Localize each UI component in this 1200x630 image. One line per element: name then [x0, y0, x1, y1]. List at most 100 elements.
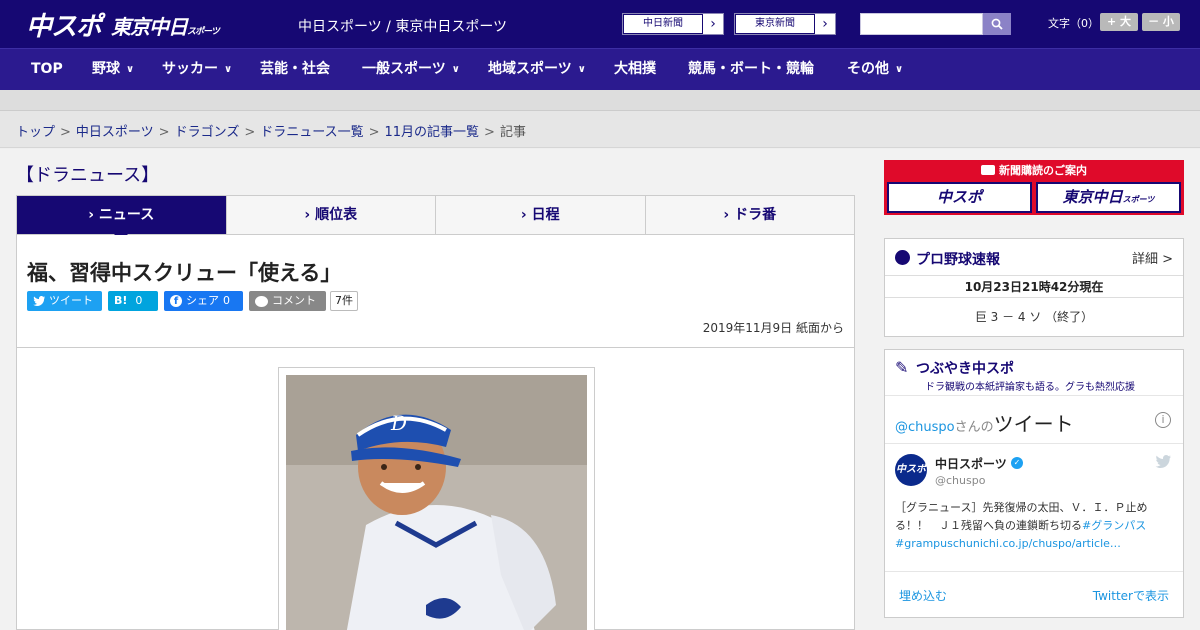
pitcher-photo-illustration: D: [286, 375, 587, 630]
breadcrumb-chuspo[interactable]: 中日スポーツ: [76, 125, 154, 140]
chevron-right-icon: ›: [822, 16, 828, 32]
nav-label: 一般スポーツ: [362, 61, 446, 77]
search-input[interactable]: [860, 13, 983, 35]
tokyo-shimbun-label: 東京新聞: [735, 14, 815, 34]
nav-item-entertainment[interactable]: 芸能・社会: [260, 49, 330, 91]
chuspo-logo[interactable]: 中スポ: [26, 6, 102, 43]
comment-count[interactable]: 7件: [330, 291, 358, 311]
breadcrumb-dragons[interactable]: ドラゴンズ: [175, 125, 240, 140]
tab-dora-ban[interactable]: › ドラ番: [646, 196, 855, 234]
article: 福、習得中スクリュー「使える」 ツイート B! 0 f シェア 0 コメント 7…: [16, 235, 855, 630]
nav-item-general-sports[interactable]: 一般スポーツ ∨: [362, 49, 460, 91]
nav-label: 競馬・ボート・競輪: [688, 61, 814, 77]
comment-button[interactable]: コメント: [249, 291, 326, 311]
svg-text:D: D: [390, 411, 407, 435]
tab-label: 日程: [531, 207, 560, 223]
nav-label: 地域スポーツ: [488, 61, 572, 77]
tweet-user-handle[interactable]: @chuspo: [935, 474, 985, 487]
nav-item-top[interactable]: TOP: [31, 49, 63, 91]
chevron-right-icon: ›: [723, 207, 735, 223]
tokyo-shimbun-link[interactable]: 東京新聞 ›: [734, 13, 836, 35]
breadcrumb-separator: >: [484, 125, 495, 140]
nav-label: 芸能・社会: [260, 61, 330, 77]
nav-item-sumo[interactable]: 大相撲: [614, 49, 656, 91]
breadcrumb-separator: >: [60, 125, 71, 140]
tweets-widget-header: ✎ つぶやき中スポ ドラ観戦の本紙評論家も語る。グラも熱烈応援: [885, 350, 1183, 395]
article-headline: 福、習得中スクリュー「使える」: [27, 261, 342, 285]
nav-item-local-sports[interactable]: 地域スポーツ ∨: [488, 49, 586, 91]
site-title[interactable]: 中日スポーツ / 東京中日スポーツ: [298, 16, 507, 36]
tweet-button[interactable]: ツイート: [27, 291, 102, 311]
breadcrumb-november[interactable]: 11月の記事一覧: [385, 125, 480, 140]
tab-news[interactable]: › ニュース: [17, 196, 227, 241]
view-on-twitter-link[interactable]: Twitterで表示: [1093, 587, 1169, 604]
tweet-hashtag[interactable]: #グランパス: [1082, 519, 1146, 532]
search-button[interactable]: [983, 13, 1011, 35]
nav-item-other[interactable]: その他 ∨: [847, 49, 903, 91]
avatar[interactable]: 中スポ: [895, 454, 927, 486]
subscription-banner-title: 新聞購読のご案内: [887, 162, 1181, 180]
hatena-bookmark-button[interactable]: B! 0: [108, 291, 158, 311]
nav-label: 大相撲: [614, 61, 656, 77]
timeline-handle-link[interactable]: @chuspo: [895, 420, 955, 435]
tokyo-chunichi-logo[interactable]: 東京中日スポーツ: [111, 11, 220, 40]
facebook-share-button[interactable]: f シェア 0: [164, 291, 243, 311]
tab-label: ドラ番: [734, 207, 777, 223]
breadcrumb-dora-news[interactable]: ドラニュース一覧: [260, 125, 363, 140]
tokyo-chunichi-logo-small: スポーツ: [187, 27, 220, 37]
tweets-widget-subtitle: ドラ観戦の本紙評論家も語る。グラも熱烈応援: [925, 382, 1135, 393]
tweet-user-name[interactable]: 中日スポーツ: [935, 455, 1007, 472]
chunichi-shimbun-link[interactable]: 中日新聞 ›: [622, 13, 724, 35]
facebook-share-count: 0: [223, 294, 230, 307]
hatena-icon: B!: [114, 294, 128, 307]
pro-baseball-score[interactable]: 巨 3 － 4 ソ （終了）: [885, 298, 1183, 336]
font-larger-button[interactable]: + 大: [1100, 13, 1138, 31]
subscription-banner[interactable]: 新聞購読のご案内 中スポ 東京中日スポーツ: [884, 160, 1184, 215]
facebook-share-label: シェア: [186, 294, 219, 307]
chevron-right-icon: ›: [520, 207, 532, 223]
divider: [17, 347, 854, 348]
chevron-right-icon: ›: [304, 207, 316, 223]
tab-standings[interactable]: › 順位表: [227, 196, 436, 234]
newspaper-icon: [981, 165, 995, 175]
tab-schedule[interactable]: › 日程: [436, 196, 646, 234]
baseball-icon: [895, 250, 910, 265]
subscription-logo-chuspo[interactable]: 中スポ: [887, 182, 1032, 213]
article-date: 2019年11月9日 紙面から: [702, 321, 844, 335]
tweet-link[interactable]: #grampuschunichi.co.jp/chuspo/article…: [895, 537, 1121, 550]
article-photo[interactable]: D: [286, 375, 587, 630]
tab-label: ニュース: [98, 207, 155, 223]
font-smaller-button[interactable]: － 小: [1142, 13, 1180, 31]
pro-baseball-widget: プロ野球速報 詳細 > 10月23日21時42分現在 巨 3 － 4 ソ （終了…: [884, 238, 1184, 337]
twitter-bird-icon[interactable]: [1155, 455, 1171, 472]
nav-item-baseball[interactable]: 野球 ∨: [92, 49, 134, 91]
subscription-logos: 中スポ 東京中日スポーツ: [887, 182, 1181, 213]
pro-baseball-details-link[interactable]: 詳細 >: [1132, 248, 1173, 267]
pro-baseball-title: プロ野球速報: [916, 252, 1000, 268]
chevron-down-icon: ∨: [451, 64, 460, 75]
embed-link[interactable]: 埋め込む: [899, 587, 947, 604]
section-tabs: › ニュース › 順位表 › 日程 › ドラ番: [16, 195, 855, 241]
facebook-icon: f: [170, 295, 182, 307]
chunichi-shimbun-label: 中日新聞: [623, 14, 703, 34]
verified-badge-icon: ✓: [1011, 457, 1023, 469]
timeline-header-suffix: さんの: [954, 420, 994, 435]
chevron-down-icon: ∨: [577, 64, 586, 75]
subscription-logo-tokyo-small: スポーツ: [1122, 195, 1155, 204]
tweet-body: ［グラニュース］先発復帰の太田、Ｖ．Ｉ．Ｐ止める！！ Ｊ１残留へ負の連鎖断ち切る…: [895, 499, 1177, 553]
comment-bubble-icon: [255, 295, 268, 307]
breadcrumb-current: 記事: [499, 125, 526, 140]
hatena-count: 0: [135, 294, 143, 307]
section-title: 【ドラニュース】: [16, 165, 160, 186]
chevron-down-icon: ∨: [895, 64, 904, 75]
nav-item-racing[interactable]: 競馬・ボート・競輪: [688, 49, 814, 91]
font-size-label: 文字（0）: [1048, 17, 1099, 30]
pro-baseball-header: プロ野球速報 詳細 >: [885, 239, 1183, 276]
search-icon: [991, 18, 1003, 30]
info-icon[interactable]: i: [1155, 412, 1171, 428]
breadcrumb-top[interactable]: トップ: [16, 125, 55, 140]
chevron-down-icon: ∨: [126, 64, 135, 75]
nav-item-soccer[interactable]: サッカー ∨: [162, 49, 232, 91]
subscription-logo-tokyo-chunichi[interactable]: 東京中日スポーツ: [1036, 182, 1181, 213]
tweets-widget-title: つぶやき中スポ: [916, 361, 1014, 377]
